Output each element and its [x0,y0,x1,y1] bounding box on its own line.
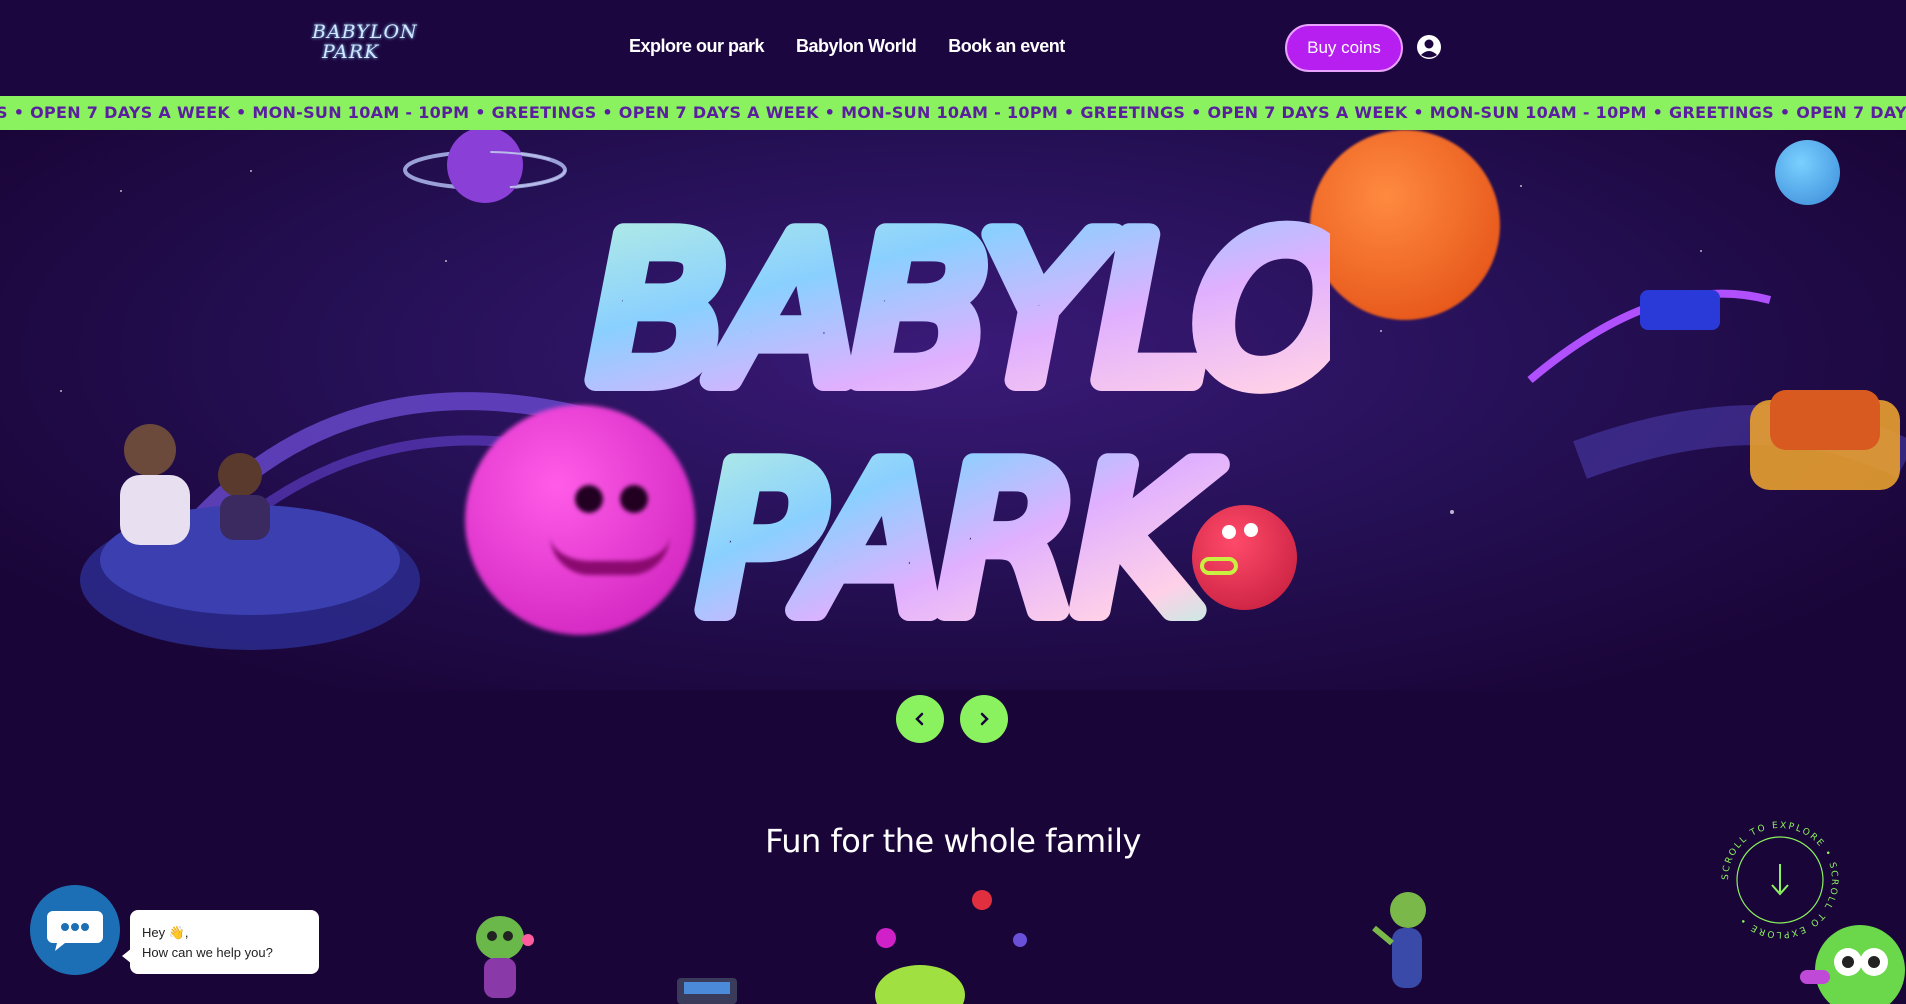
star [1520,185,1522,187]
user-circle-icon[interactable] [1416,34,1442,60]
logo-line2: PARK [322,41,380,63]
logo-line1: BABYLON [312,21,418,43]
small-red-planet-image [972,890,992,910]
small-purple-planet-image [1013,933,1027,947]
title-line1: BABYLON [590,195,1330,428]
chat-question: How can we help you? [142,945,273,960]
babylon-park-title: BABYLON PARK [579,184,1330,650]
main-nav: Explore our park Babylon World Book an e… [629,36,1065,57]
blue-character-image [1775,140,1840,205]
buy-coins-button[interactable]: Buy coins [1285,24,1403,72]
ringed-planet-image [403,130,567,203]
green-character-image [1372,892,1426,988]
nav-explore-park[interactable]: Explore our park [629,36,765,57]
orange-planet-image [1310,130,1500,320]
nav-book-event[interactable]: Book an event [948,36,1065,57]
title-line2: PARK [700,425,1219,650]
arcade-machine-image [677,978,737,1004]
site-header: BABYLON PARK Explore our park Babylon Wo… [0,0,1906,96]
star [1450,510,1454,514]
section-title: Fun for the whole family [765,822,1141,860]
chat-button[interactable] [30,885,120,975]
chevron-right-icon [980,712,989,726]
star [1380,330,1382,332]
star [250,170,252,172]
arrow-down-icon [1771,864,1789,896]
small-pink-planet-image [876,928,896,948]
announcement-ticker: S • OPEN 7 DAYS A WEEK • MON-SUN 10AM - … [0,96,1906,130]
chat-greeting: Hey 👋, [142,925,189,940]
chat-bubble-icon [47,911,103,951]
logo[interactable]: BABYLON PARK [312,21,418,72]
chevron-left-icon [915,712,924,726]
scroll-to-explore-badge[interactable]: SCROLL TO EXPLORE • SCROLL TO EXPLORE • [1720,820,1840,940]
star [445,260,447,262]
green-blob-image [875,965,965,1004]
carousel-prev-button[interactable] [896,695,944,743]
roller-coaster-image [1527,289,1906,490]
star [120,190,122,192]
carousel-next-button[interactable] [960,695,1008,743]
nav-babylon-world[interactable]: Babylon World [796,36,917,57]
alien-character-image [476,916,534,998]
ticker-text: S • OPEN 7 DAYS A WEEK • MON-SUN 10AM - … [0,103,1906,122]
chat-greeting-bubble[interactable]: Hey 👋, How can we help you? [122,910,319,974]
hero-banner: BABYLON PARK [0,130,1906,690]
